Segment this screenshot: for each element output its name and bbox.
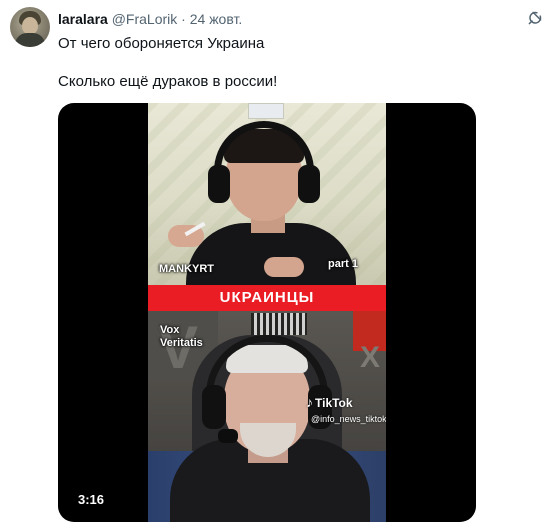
tweet: laralara @FraLorik · 24 жовт. От чего об… (0, 0, 545, 526)
tweet-text-line-2: Сколько ещё дураков в россии! (58, 73, 278, 90)
user-handle[interactable]: @FraLorik (112, 11, 178, 27)
grok-icon[interactable] (526, 9, 544, 27)
video-player[interactable]: MANKYRT part 1 UКРАИНЦЫ V X Vox Veritati… (58, 103, 476, 522)
vox-line: Vox (160, 324, 180, 336)
tweet-date[interactable]: 24 жовт. (190, 11, 243, 27)
overlay-label-part: part 1 (328, 258, 358, 270)
separator-dot: · (181, 11, 186, 27)
tiktok-watermark: ♪ TikTok (306, 394, 353, 410)
overlay-label-vox-veritatis: Vox Veritatis (160, 324, 203, 350)
video-frame[interactable]: MANKYRT part 1 UКРАИНЦЫ V X Vox Veritati… (148, 103, 386, 522)
video-top-panel: MANKYRT part 1 (148, 103, 386, 303)
tiktok-handle: @info_news_tiktok (311, 414, 386, 424)
overlay-label-mankyrt: MANKYRT (159, 263, 214, 275)
veritatis-line: Veritatis (160, 337, 203, 349)
tiktok-logo-icon: ♪ (306, 394, 313, 410)
tweet-text-line-1: От чего обороняется Украина (58, 35, 265, 52)
tiktok-brand: TikTok (315, 396, 353, 410)
video-duration: 3:16 (78, 492, 105, 507)
tweet-header: laralara @FraLorik · 24 жовт. (58, 11, 242, 28)
avatar[interactable] (10, 7, 50, 47)
video-banner: UКРАИНЦЫ (148, 285, 386, 311)
display-name[interactable]: laralara (58, 11, 108, 27)
